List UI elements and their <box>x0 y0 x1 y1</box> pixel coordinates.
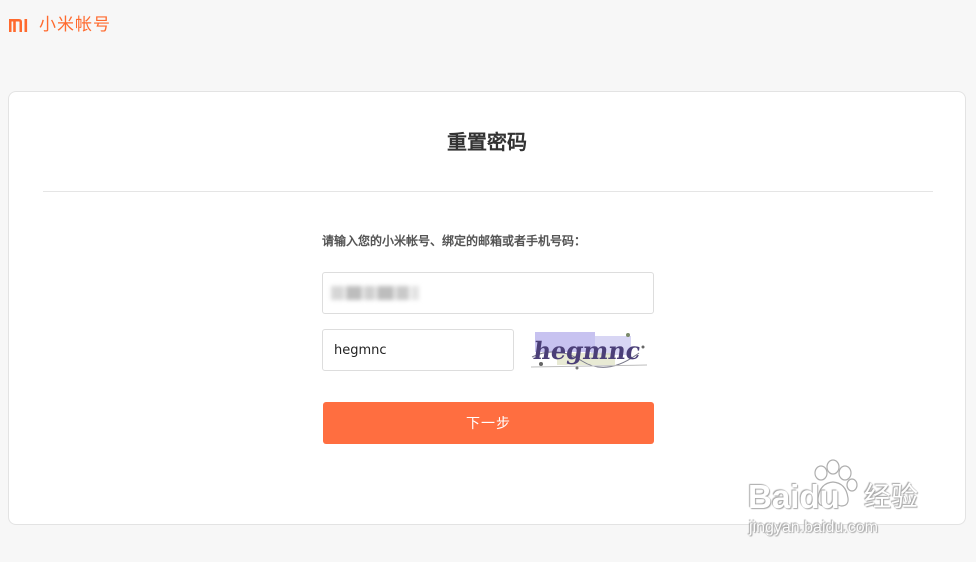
masked-account-value <box>331 284 421 302</box>
captcha-input[interactable] <box>322 329 514 371</box>
baidu-jingyan-watermark: Baidu 经验 jingyan.baidu.com <box>748 458 928 540</box>
next-step-button[interactable]: 下一步 <box>323 402 654 444</box>
watermark-cn: 经验 <box>864 482 918 513</box>
account-input[interactable] <box>322 272 654 314</box>
divider <box>43 191 933 192</box>
watermark-brand: Baidu <box>748 478 840 515</box>
captcha-image[interactable]: hegmnc <box>527 327 651 373</box>
mi-logo-icon[interactable] <box>8 16 30 34</box>
watermark-url: jingyan.baidu.com <box>749 519 878 536</box>
account-prompt: 请输入您的小米帐号、绑定的邮箱或者手机号码： <box>322 234 587 248</box>
captcha-text: hegmnc <box>532 336 643 365</box>
brand-title: 小米帐号 <box>39 15 111 35</box>
page-title: 重置密码 <box>447 130 527 154</box>
header: 小米帐号 <box>8 13 111 37</box>
